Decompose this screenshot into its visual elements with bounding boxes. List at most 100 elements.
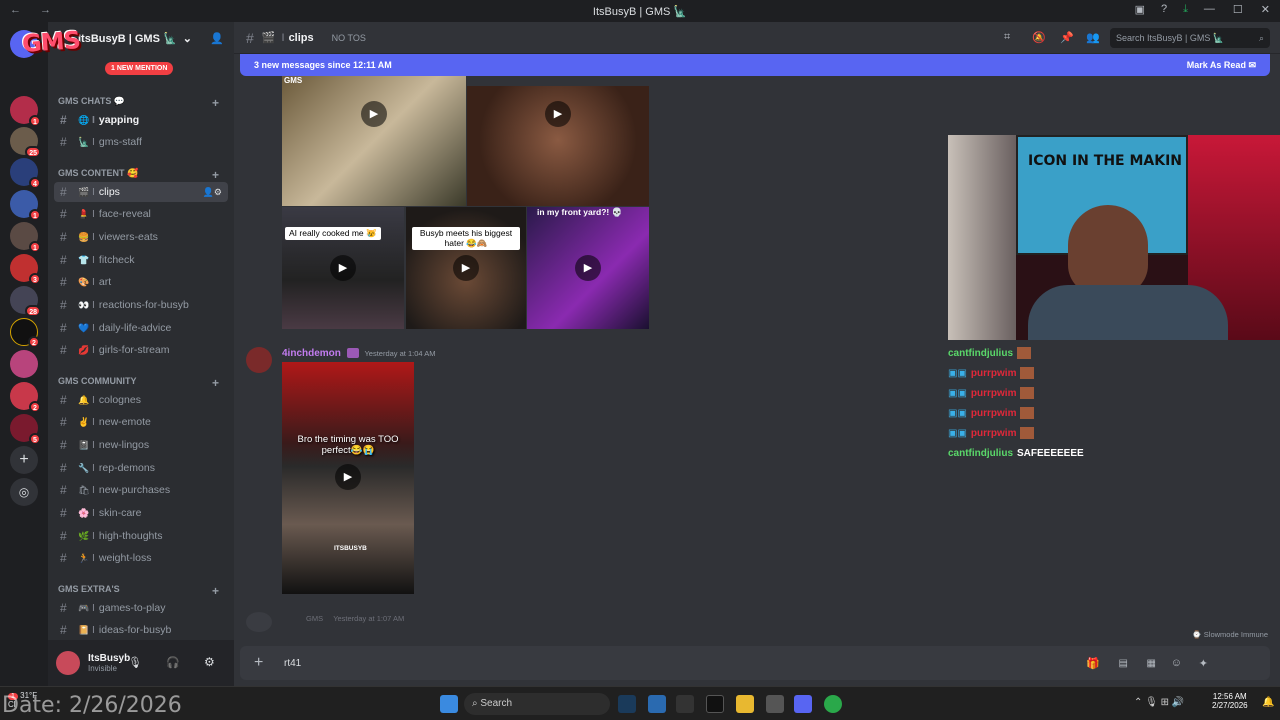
- sticker-icon[interactable]: ▦: [1147, 658, 1156, 669]
- windows-start-icon[interactable]: [440, 695, 458, 713]
- channel-daily-life-advice[interactable]: # 💙 Idaily-life-advice: [54, 318, 228, 338]
- add-channel-icon[interactable]: +: [212, 168, 219, 182]
- search-input[interactable]: Search ItsBusyB | GMS 🗽 ⌕: [1110, 28, 1270, 48]
- chrome-icon[interactable]: [824, 695, 842, 713]
- avatar[interactable]: [56, 651, 80, 675]
- category-gms-content[interactable]: GMS CONTENT 🥰 +: [58, 168, 219, 182]
- video-thumbnail[interactable]: in my front yard?! 💀 ▶: [527, 207, 649, 329]
- server-icon[interactable]: 5: [10, 414, 41, 445]
- server-icon[interactable]: 28: [10, 286, 41, 317]
- avatar[interactable]: [246, 612, 272, 632]
- minimize-button[interactable]: —: [1204, 3, 1215, 16]
- file-explorer-icon[interactable]: [736, 695, 754, 713]
- channel-reactions-for-busyb[interactable]: # 👀 Ireactions-for-busyb: [54, 295, 228, 315]
- nav-arrows[interactable]: ← →: [10, 4, 59, 16]
- system-tray[interactable]: ⌃ 🎙 ⊞ 🔊: [1134, 697, 1184, 708]
- play-icon[interactable]: ▶: [335, 464, 361, 490]
- server-icon[interactable]: 1: [10, 96, 41, 127]
- video-thumbnail[interactable]: GMS ▶: [282, 76, 466, 206]
- taskbar-search[interactable]: ⌕ Search: [464, 693, 610, 715]
- play-icon[interactable]: ▶: [453, 255, 479, 281]
- category-gms-extras[interactable]: GMS EXTRA'S +: [58, 584, 219, 598]
- mute-icon[interactable]: 🔕: [1032, 31, 1046, 44]
- apps-icon[interactable]: ✦: [1199, 657, 1208, 670]
- channel-rep-demons[interactable]: # 🔧 Irep-demons: [54, 458, 228, 478]
- server-icon[interactable]: 3: [10, 254, 41, 285]
- discord-icon[interactable]: [794, 695, 812, 713]
- channel-fitcheck[interactable]: # 👕 Ifitcheck: [54, 250, 228, 270]
- download-icon[interactable]: ⤓: [1183, 3, 1188, 16]
- add-user-icon[interactable]: 👤: [210, 32, 224, 45]
- message-input[interactable]: + rt41 🎁 ▤ ▦ ☺ ✦: [240, 646, 1270, 680]
- book-icon: 📓: [78, 439, 90, 450]
- video-thumbnail[interactable]: ▶: [467, 86, 649, 206]
- channel-new-purchases[interactable]: # 🛍 Inew-purchases: [54, 480, 228, 500]
- epic-games-icon[interactable]: [676, 695, 694, 713]
- new-mention-pill[interactable]: 1 NEW MENTION: [105, 62, 174, 75]
- channel-games-to-play[interactable]: # 🎮 Igames-to-play: [54, 598, 228, 618]
- server-icon[interactable]: 2: [10, 382, 41, 413]
- channel-title: clips: [288, 31, 314, 44]
- channel-yapping[interactable]: # 🌐 Iyapping: [54, 110, 228, 130]
- gif-icon[interactable]: ▤: [1119, 658, 1128, 669]
- mark-as-read-button[interactable]: Mark As Read ✉: [1187, 60, 1256, 71]
- new-messages-bar[interactable]: 3 new messages since 12:11 AM Mark As Re…: [240, 54, 1270, 76]
- channel-new-lingos[interactable]: # 📓 Inew-lingos: [54, 435, 228, 455]
- channel-colognes[interactable]: # 🔔 Icolognes: [54, 390, 228, 410]
- screen-icon[interactable]: ▣: [1135, 3, 1145, 16]
- vpn-icon[interactable]: [648, 695, 666, 713]
- channel-clips[interactable]: # 🎬 Iclips 👤⚙: [54, 182, 228, 202]
- channel-settings-icon[interactable]: 👤⚙: [203, 187, 222, 198]
- video-thumbnail[interactable]: Busyb meets his biggest hater 😂🙈 ▶: [406, 207, 526, 329]
- add-channel-icon[interactable]: +: [212, 584, 219, 598]
- members-icon[interactable]: 👥: [1086, 31, 1100, 44]
- play-icon[interactable]: ▶: [330, 255, 356, 281]
- server-icon[interactable]: 4: [10, 158, 41, 189]
- close-button[interactable]: ✕: [1261, 3, 1270, 16]
- add-attachment-icon[interactable]: +: [254, 654, 263, 672]
- channel-skin-care[interactable]: # 🌸 Iskin-care: [54, 503, 228, 523]
- add-channel-icon[interactable]: +: [212, 376, 219, 390]
- channel-ideas-for-busyb[interactable]: # 📔 Iideas-for-busyb: [54, 620, 228, 640]
- play-icon[interactable]: ▶: [545, 101, 571, 127]
- threads-icon[interactable]: ⌗: [1004, 31, 1010, 44]
- add-server-icon[interactable]: +: [10, 446, 38, 474]
- server-icon[interactable]: 2: [10, 318, 40, 348]
- channel-new-emote[interactable]: # ✌ Inew-emote: [54, 412, 228, 432]
- maximize-button[interactable]: ☐: [1233, 3, 1243, 16]
- channel-weight-loss[interactable]: # 🏃 Iweight-loss: [54, 548, 228, 568]
- server-icon[interactable]: 25: [10, 127, 41, 158]
- server-icon[interactable]: 1: [10, 222, 41, 253]
- obs-icon[interactable]: [766, 695, 784, 713]
- category-gms-community[interactable]: GMS COMMUNITY +: [58, 376, 219, 390]
- video-thumbnail[interactable]: Bro the timing was TOO perfect😂😭 ▶ ITSBU…: [282, 362, 414, 594]
- channel-gms-staff[interactable]: # 🗽 Igms-staff: [54, 132, 228, 152]
- channel-face-reveal[interactable]: # 💄 Iface-reveal: [54, 204, 228, 224]
- settings-gear-icon[interactable]: ⚙: [204, 655, 215, 669]
- play-icon[interactable]: ▶: [575, 255, 601, 281]
- add-channel-icon[interactable]: +: [212, 96, 219, 110]
- avatar[interactable]: [246, 347, 272, 373]
- emoji-icon[interactable]: ☺: [1171, 657, 1182, 669]
- discover-icon[interactable]: ◎: [10, 478, 38, 506]
- category-gms-chats[interactable]: GMS CHATS 💬 +: [58, 96, 219, 110]
- play-icon[interactable]: ▶: [361, 101, 387, 127]
- capcut-icon[interactable]: [706, 695, 724, 713]
- channel-viewers-eats[interactable]: # 🍔 Iviewers-eats: [54, 227, 228, 247]
- microphone-icon[interactable]: 🎙: [128, 656, 142, 669]
- gift-icon[interactable]: 🎁: [1086, 657, 1100, 670]
- channel-art[interactable]: # 🎨 Iart: [54, 272, 228, 292]
- channel-high-thoughts[interactable]: # 🌿 Ihigh-thoughts: [54, 526, 228, 546]
- username: ItsBusyb: [88, 653, 131, 664]
- channel-girls-for-stream[interactable]: # 💋 Igirls-for-stream: [54, 340, 228, 360]
- help-icon[interactable]: ?: [1161, 3, 1167, 16]
- headphones-icon[interactable]: 🎧: [166, 656, 180, 669]
- pin-icon[interactable]: 📌: [1060, 31, 1074, 44]
- message-author[interactable]: 4inchdemon Yesterday at 1:04 AM: [282, 348, 436, 359]
- video-thumbnail[interactable]: AI really cooked me 😿 ▶: [282, 207, 404, 329]
- notification-icon[interactable]: 🔔: [1262, 697, 1274, 708]
- steam-icon[interactable]: [618, 695, 636, 713]
- server-icon[interactable]: [10, 350, 38, 378]
- server-icon[interactable]: 1: [10, 190, 41, 221]
- clock[interactable]: 12:56 AM 2/27/2026: [1212, 692, 1248, 710]
